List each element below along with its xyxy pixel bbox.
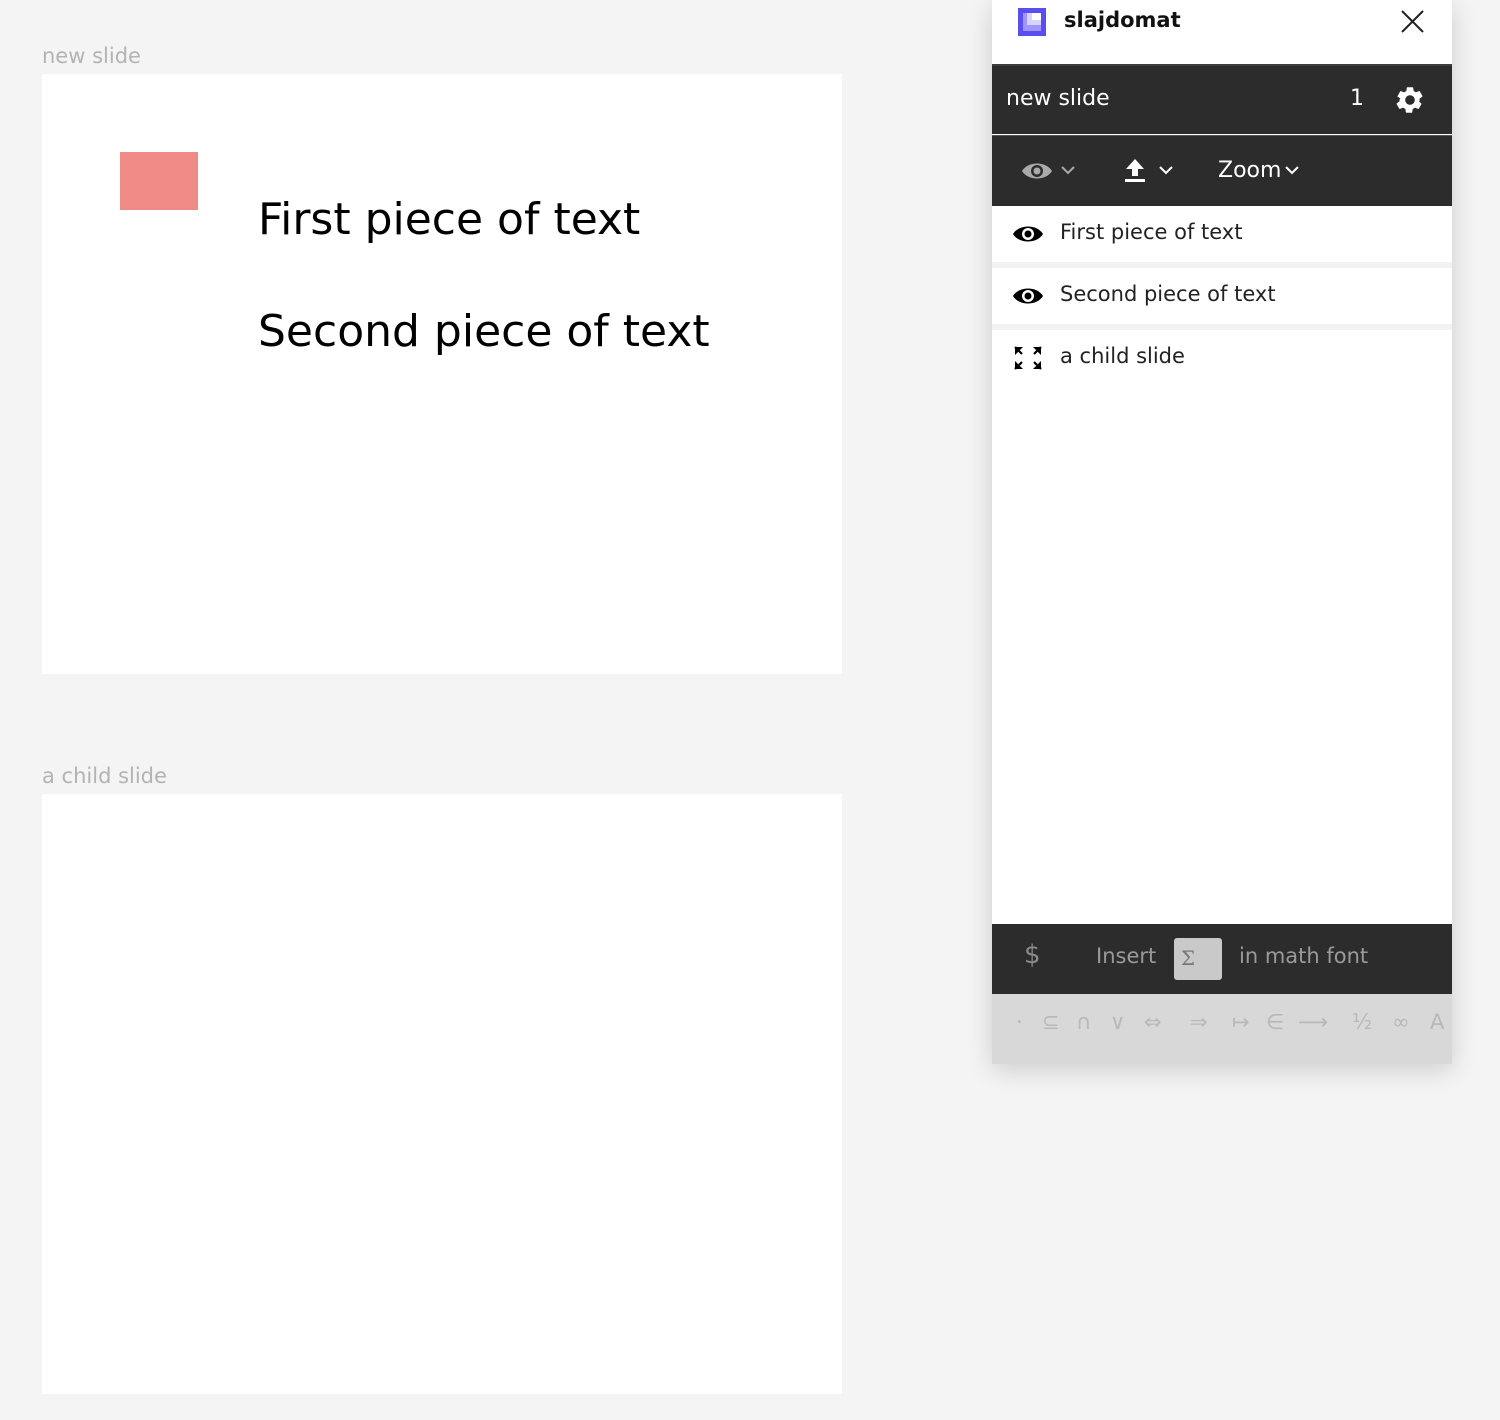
slajdomat-logo-icon xyxy=(1018,8,1046,36)
symbol-longrightarrow[interactable]: ⟶ xyxy=(1298,1010,1328,1034)
frame-label-new-slide[interactable]: new slide xyxy=(42,44,141,68)
visibility-dropdown[interactable] xyxy=(1020,154,1084,188)
symbol-cap[interactable]: ∩ xyxy=(1076,1010,1091,1034)
slide-rectangle-shape[interactable] xyxy=(120,152,198,210)
slide-text-first[interactable]: First piece of text xyxy=(258,194,640,245)
list-item-label: a child slide xyxy=(1060,344,1185,368)
close-icon[interactable] xyxy=(1396,6,1428,38)
math-symbols-bar: · ⊆ ∩ ∨ ⇔ ⇒ ↦ ∈ ⟶ ½ ∞ A xyxy=(992,994,1452,1064)
list-item-child-slide[interactable]: a child slide xyxy=(992,330,1452,386)
plugin-panel: slajdomat new slide 1 Zoom First piece o… xyxy=(992,0,1452,1064)
frame-label-child-slide[interactable]: a child slide xyxy=(42,764,167,788)
sigma-glyph: Σ xyxy=(1180,946,1196,970)
chevron-down-icon xyxy=(1159,166,1173,175)
chevron-down-icon xyxy=(1285,166,1299,175)
symbol-vee[interactable]: ∨ xyxy=(1110,1010,1125,1034)
upload-icon xyxy=(1125,159,1145,182)
zoom-label: Zoom xyxy=(1218,158,1282,183)
math-font-label: in math font xyxy=(1239,944,1369,968)
eye-icon[interactable] xyxy=(1012,282,1044,310)
slide-name[interactable]: new slide xyxy=(1006,86,1110,111)
panel-toolbar: Zoom xyxy=(992,135,1452,206)
symbol-infinity[interactable]: ∞ xyxy=(1392,1010,1410,1034)
slide-header: new slide 1 xyxy=(992,64,1452,134)
expand-icon[interactable] xyxy=(1012,344,1044,372)
slide-frame-child-slide[interactable] xyxy=(42,794,842,1394)
slide-text-second[interactable]: Second piece of text xyxy=(258,306,710,357)
dollar-button[interactable]: $ xyxy=(1024,940,1041,970)
symbol-in[interactable]: ∈ xyxy=(1266,1010,1284,1034)
slide-number: 1 xyxy=(1350,86,1364,111)
eye-icon xyxy=(1022,163,1052,179)
symbol-a[interactable]: A xyxy=(1430,1010,1444,1034)
math-bar: $ Insert Σ in math font xyxy=(992,924,1452,994)
list-item-first-text[interactable]: First piece of text xyxy=(992,206,1452,262)
export-dropdown[interactable] xyxy=(1120,154,1182,188)
symbol-iff[interactable]: ⇔ xyxy=(1144,1010,1162,1034)
symbol-half[interactable]: ½ xyxy=(1352,1010,1372,1034)
list-item-second-text[interactable]: Second piece of text xyxy=(992,268,1452,324)
list-item-label: First piece of text xyxy=(1060,220,1243,244)
symbol-mapsto[interactable]: ↦ xyxy=(1232,1010,1250,1034)
gear-icon[interactable] xyxy=(1394,84,1426,116)
sigma-input[interactable]: Σ xyxy=(1174,938,1222,980)
eye-icon[interactable] xyxy=(1012,220,1044,248)
chevron-down-icon xyxy=(1061,166,1075,175)
app-title: slajdomat xyxy=(1064,8,1181,32)
symbol-subseteq[interactable]: ⊆ xyxy=(1042,1010,1060,1034)
plugin-titlebar: slajdomat xyxy=(992,0,1452,64)
symbol-dot[interactable]: · xyxy=(1016,1010,1023,1034)
zoom-dropdown[interactable]: Zoom xyxy=(1216,154,1312,188)
slide-frame-new-slide[interactable]: First piece of text Second piece of text xyxy=(42,74,842,674)
list-item-label: Second piece of text xyxy=(1060,282,1276,306)
symbol-implies[interactable]: ⇒ xyxy=(1190,1010,1208,1034)
insert-label: Insert xyxy=(1096,944,1157,968)
